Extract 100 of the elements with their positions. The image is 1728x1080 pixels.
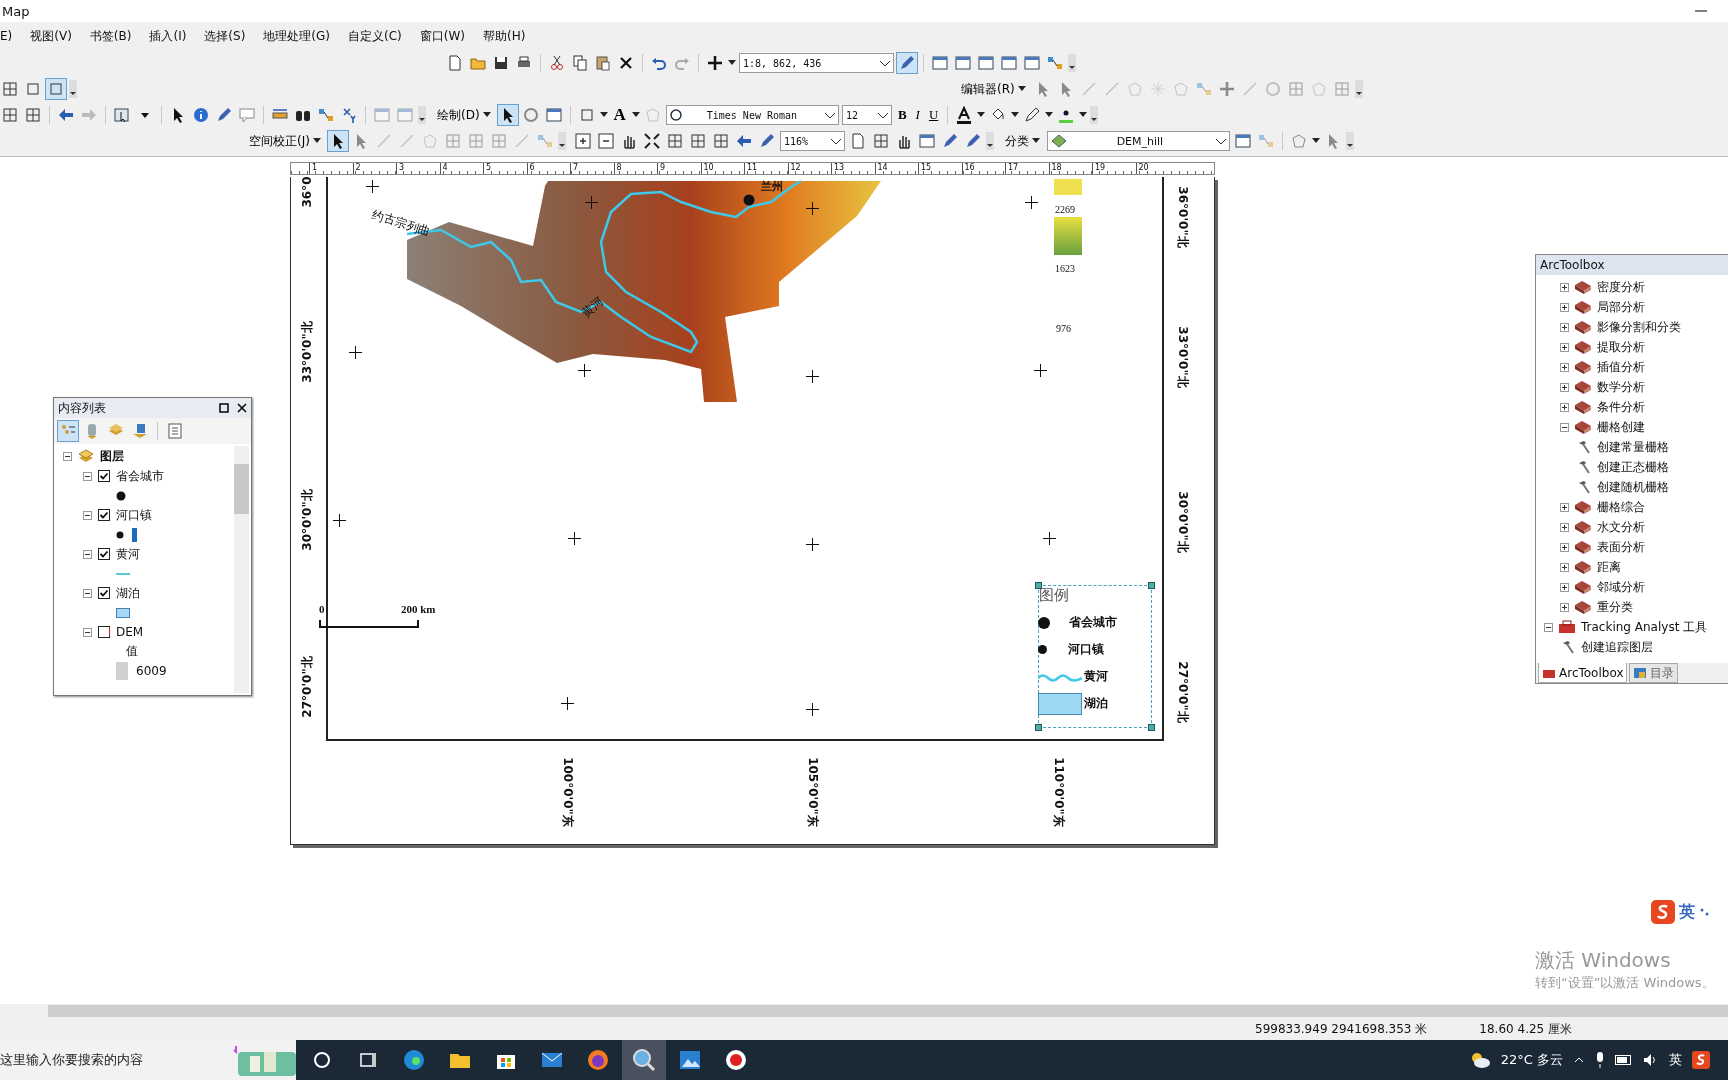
window-icon[interactable] [999, 53, 1019, 73]
window-icon[interactable] [976, 53, 996, 73]
font-dropdown[interactable]: Times New Roman [665, 105, 839, 125]
toolbox-item[interactable]: 创建追踪图层 [1581, 638, 1653, 656]
georeferencing-menu-button[interactable]: 空间校正(J) [245, 132, 325, 150]
taskbar-search-field[interactable]: 这里输入你要搜索的内容 [0, 1040, 296, 1080]
caret-icon[interactable] [482, 112, 491, 118]
maximize-icon[interactable] [219, 403, 229, 413]
toolbar-options-icon[interactable] [1354, 80, 1363, 98]
panel-tab[interactable]: ArcToolbox [1538, 663, 1628, 683]
layer-checkbox[interactable] [98, 548, 110, 560]
italic-button[interactable]: I [912, 107, 923, 123]
layer-checkbox[interactable] [98, 470, 110, 482]
toolbox-item[interactable]: 条件分析 [1597, 398, 1645, 416]
toolbox-item[interactable]: 创建常量栅格 [1597, 438, 1669, 456]
menu-item[interactable]: 选择(S) [195, 27, 255, 45]
toolbox-item[interactable]: 邻域分析 [1597, 578, 1645, 596]
window-icon[interactable] [1022, 53, 1042, 73]
collapse-icon[interactable] [83, 510, 92, 520]
record-icon[interactable] [724, 1048, 748, 1072]
font-size-dropdown[interactable]: 12 [841, 105, 892, 125]
window-icon[interactable] [953, 53, 973, 73]
expand-icon[interactable] [1560, 542, 1569, 552]
menu-item[interactable]: 自定义(C) [339, 27, 411, 45]
layer-name[interactable]: 河口镇 [116, 506, 152, 524]
fox-browser-icon[interactable] [586, 1048, 610, 1072]
menu-item[interactable]: 地理处理(G) [254, 27, 339, 45]
caret-icon[interactable] [599, 112, 608, 118]
info-icon[interactable] [191, 105, 211, 125]
collapse-icon[interactable] [1560, 422, 1569, 432]
caret-icon[interactable] [1311, 138, 1320, 144]
s-logo-icon[interactable] [1692, 1051, 1710, 1069]
pen-icon[interactable] [897, 53, 917, 73]
layer-name[interactable]: 省会城市 [116, 467, 164, 485]
underline-button[interactable]: U [925, 107, 942, 123]
window-icon[interactable] [1232, 131, 1253, 151]
zoom-out-icon[interactable] [595, 131, 616, 151]
toolbox-item[interactable]: 水文分析 [1597, 518, 1645, 536]
expand-icon[interactable] [1560, 342, 1569, 352]
draw-menu-button[interactable]: 绘制(D) [433, 106, 495, 124]
collapse-icon[interactable] [83, 471, 92, 481]
toolbox-item[interactable]: 栅格创建 [1597, 418, 1645, 436]
text-tool-button[interactable]: A [610, 105, 629, 125]
toolbox-item[interactable]: 影像分割和分类 [1597, 318, 1681, 336]
caret-icon[interactable] [312, 138, 321, 144]
caret-icon[interactable] [977, 112, 986, 118]
menu-item[interactable]: 视图(V) [21, 27, 81, 45]
editor-menu-button[interactable]: 编辑器(R) [957, 80, 1030, 98]
microphone-icon[interactable] [1595, 1052, 1605, 1068]
globe-magnifier-icon[interactable] [622, 1040, 666, 1080]
menu-item[interactable]: 插入(I) [140, 27, 196, 45]
toolbox-item[interactable]: 距离 [1597, 558, 1621, 576]
menu-item[interactable]: 窗口(W) [410, 27, 474, 45]
toolbox-item[interactable]: 创建随机栅格 [1597, 478, 1669, 496]
caret-icon[interactable] [1011, 112, 1020, 118]
pointer-icon[interactable] [497, 105, 518, 125]
expand-icon[interactable] [1560, 302, 1569, 312]
collapse-icon[interactable] [63, 451, 72, 461]
caret-icon[interactable] [1079, 112, 1088, 118]
expand-icon[interactable] [1560, 562, 1569, 572]
toolbox-item[interactable]: 表面分析 [1597, 538, 1645, 556]
menu-item[interactable]: 书签(B) [80, 27, 141, 45]
expand-icon[interactable] [1560, 582, 1569, 592]
panel-tab[interactable]: 目录 [1629, 663, 1679, 683]
list-by-drawing-order-icon[interactable] [58, 421, 78, 441]
toolbar-options-icon[interactable] [1345, 132, 1354, 150]
zoom-in-icon[interactable] [572, 131, 593, 151]
pointer-box-icon[interactable] [112, 105, 132, 125]
grid-icon[interactable] [0, 79, 20, 99]
collapse-icon[interactable] [1544, 622, 1553, 632]
toolbox-item[interactable]: 栅格综合 [1597, 498, 1645, 516]
input-language-label[interactable]: 英 [1669, 1051, 1682, 1069]
fullextent-icon[interactable] [641, 131, 662, 151]
toolbar-options-icon[interactable] [1068, 54, 1076, 72]
expand-icon[interactable] [1560, 322, 1569, 332]
layer-checkbox[interactable] [98, 626, 110, 638]
toolbar-options-icon[interactable] [69, 80, 77, 98]
caret-icon[interactable] [728, 60, 736, 66]
layer-group-label[interactable]: 图层 [100, 447, 124, 465]
window-icon[interactable] [930, 53, 950, 73]
toolbar-options-icon[interactable] [985, 132, 994, 150]
toolbar-options-icon[interactable] [557, 132, 566, 150]
toolbox-item[interactable]: 局部分析 [1597, 298, 1645, 316]
toolbox-item[interactable]: 数学分析 [1597, 378, 1645, 396]
toolbox-item[interactable]: Tracking Analyst 工具 [1581, 618, 1708, 636]
toolbox-item[interactable]: 插值分析 [1597, 358, 1645, 376]
expand-icon[interactable] [1560, 282, 1569, 292]
selection-handle[interactable] [1035, 582, 1042, 589]
paste-icon[interactable] [593, 53, 613, 73]
toolbar-options-icon[interactable] [418, 106, 426, 124]
photos-icon[interactable] [678, 1048, 702, 1072]
window-icon[interactable] [543, 105, 564, 125]
collapse-icon[interactable] [83, 627, 92, 637]
layer-name[interactable]: 湖泊 [116, 584, 140, 602]
classify-menu-button[interactable]: 分类 [1000, 132, 1044, 150]
bold-button[interactable]: B [894, 107, 910, 123]
pointer-icon[interactable] [327, 131, 348, 151]
expand-icon[interactable] [1560, 502, 1569, 512]
scale-dropdown[interactable]: 1:8, 862, 436 [739, 53, 894, 73]
plus-icon[interactable] [705, 53, 725, 73]
